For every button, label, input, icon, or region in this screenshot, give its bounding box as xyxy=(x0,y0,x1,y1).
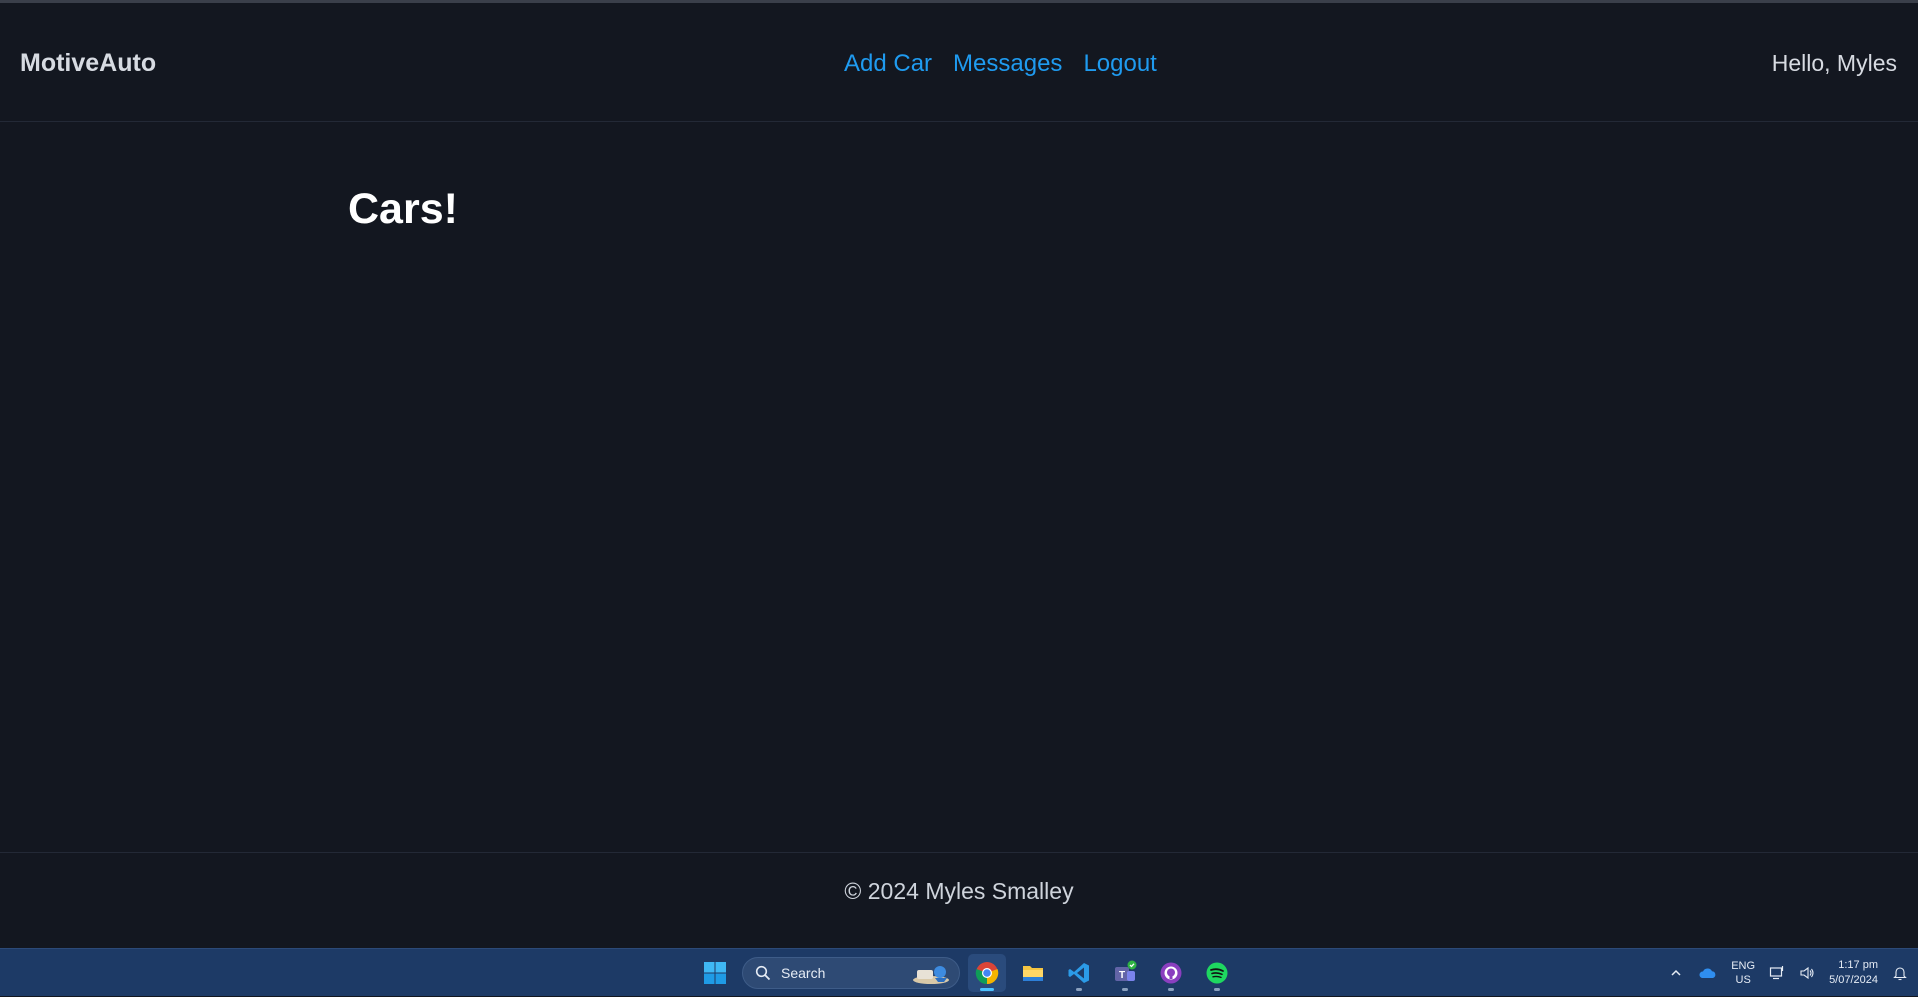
volume-icon[interactable] xyxy=(1799,965,1815,981)
teams-icon: T xyxy=(1115,960,1137,981)
user-greeting: Hello, Myles xyxy=(1771,50,1897,76)
footer-copyright: © 2024 Myles Smalley xyxy=(844,878,1074,904)
taskbar-file-explorer-button[interactable] xyxy=(1014,954,1052,992)
taskbar-search-box[interactable]: Search xyxy=(742,957,960,989)
footer: © 2024 Myles Smalley xyxy=(0,852,1918,948)
language-code: ENG xyxy=(1731,960,1756,972)
nav-add-car-link[interactable]: Add Car xyxy=(844,50,932,78)
svg-text:T: T xyxy=(1119,970,1125,981)
running-indicator xyxy=(1214,988,1220,991)
search-label: Search xyxy=(781,965,826,981)
chrome-icon xyxy=(975,962,999,985)
active-indicator xyxy=(980,988,994,991)
os-taskbar: Search T ENG US 1:17 pm 5/07/2024 xyxy=(0,948,1918,996)
page-title: Cars! xyxy=(348,185,458,233)
notification-bell-icon[interactable] xyxy=(1892,965,1908,981)
running-indicator xyxy=(1122,988,1128,991)
taskbar-chrome-button[interactable] xyxy=(968,954,1006,992)
main-nav: Add Car Messages Logout xyxy=(844,50,1157,78)
start-button[interactable] xyxy=(696,954,734,992)
spotify-icon xyxy=(1206,962,1228,984)
system-tray: ENG US 1:17 pm 5/07/2024 xyxy=(1669,949,1918,997)
network-icon[interactable] xyxy=(1769,965,1785,981)
taskbar-clock[interactable]: 1:17 pm 5/07/2024 xyxy=(1829,958,1878,988)
taskbar-spotify-button[interactable] xyxy=(1198,954,1236,992)
onedrive-cloud-icon[interactable] xyxy=(1697,966,1717,980)
taskbar-apps: Search T xyxy=(696,953,1236,993)
brand-logo-link[interactable]: MotiveAuto xyxy=(20,49,156,78)
taskbar-github-desktop-button[interactable] xyxy=(1152,954,1190,992)
nav-logout-link[interactable]: Logout xyxy=(1083,50,1156,78)
clock-time: 1:17 pm xyxy=(1838,959,1878,971)
windows-start-icon xyxy=(704,962,726,984)
nav-messages-link[interactable]: Messages xyxy=(953,50,1062,78)
clock-date: 5/07/2024 xyxy=(1829,974,1878,986)
chevron-up-icon[interactable] xyxy=(1669,966,1683,980)
taskbar-vscode-button[interactable] xyxy=(1060,954,1098,992)
language-indicator[interactable]: ENG US xyxy=(1731,959,1755,987)
github-desktop-icon xyxy=(1160,962,1182,984)
running-indicator xyxy=(1168,988,1174,991)
running-indicator xyxy=(1076,988,1082,991)
search-highlight-art-icon xyxy=(913,966,949,984)
vscode-icon xyxy=(1068,963,1089,983)
taskbar-teams-button[interactable]: T xyxy=(1106,954,1144,992)
file-explorer-icon xyxy=(1023,966,1043,981)
language-region: US xyxy=(1735,974,1751,986)
search-icon xyxy=(755,965,771,981)
navbar: MotiveAuto Add Car Messages Logout Hello… xyxy=(0,3,1918,122)
